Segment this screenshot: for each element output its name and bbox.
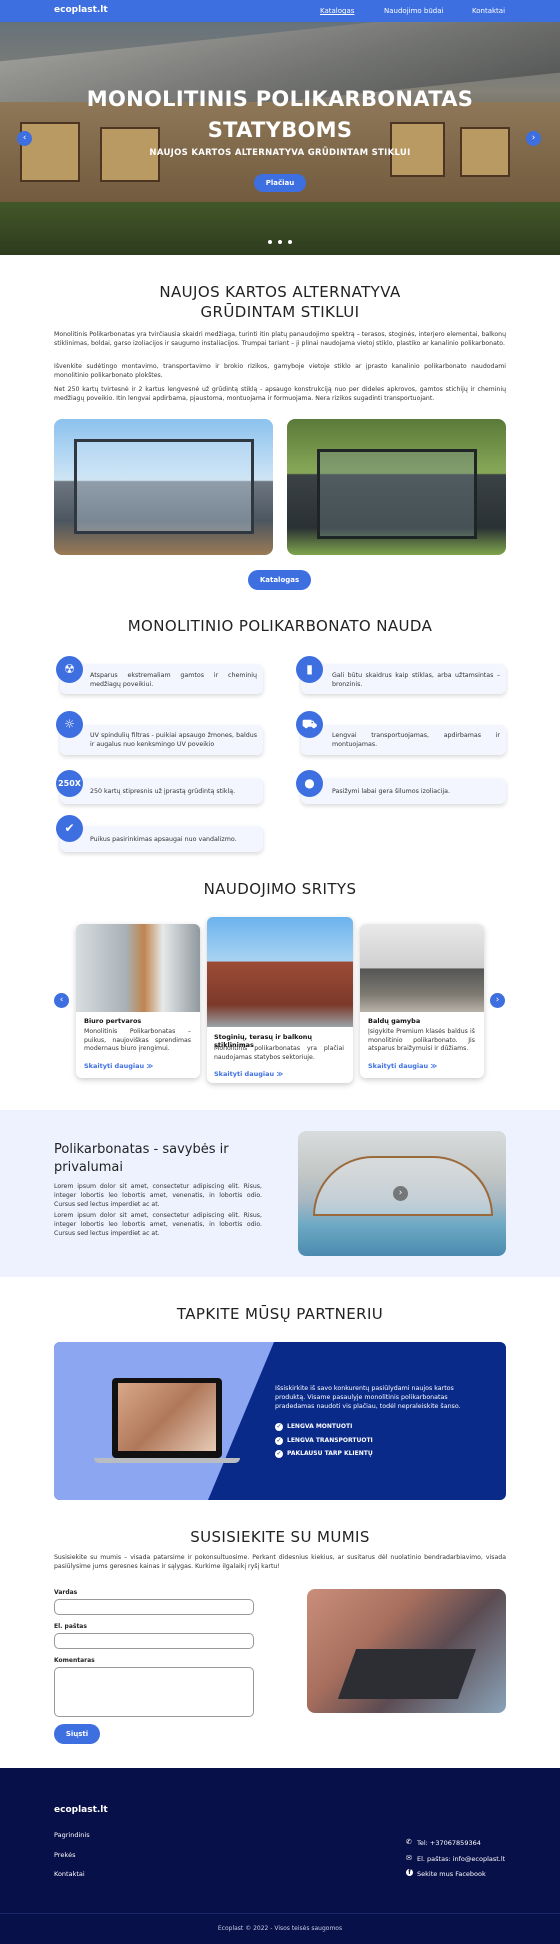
copyright: Ecoplast © 2022 - Visos teisės saugomos xyxy=(217,1925,343,1932)
benefits-title: MONOLITINIO POLIKARBONATO NAUDA xyxy=(127,617,433,635)
properties-paragraph: Lorem ipsum dolor sit amet, consectetur … xyxy=(54,1183,262,1208)
partner-point: ✓ PAKLAUSU TARP KLIENTŲ xyxy=(275,1450,373,1458)
laptop-base xyxy=(94,1458,240,1463)
usage-card[interactable] xyxy=(360,924,484,1078)
contact-title: SUSISIEKITE SU MUMIS xyxy=(190,1528,370,1546)
hero-prev-arrow-icon[interactable]: ‹ xyxy=(17,131,32,146)
usage-card[interactable] xyxy=(76,924,200,1078)
footer-divider xyxy=(0,1913,560,1914)
comment-textarea[interactable] xyxy=(54,1667,254,1717)
hero-next-arrow-icon[interactable]: › xyxy=(526,131,541,146)
benefit-text: Puikus pasirinkimas apsaugai nuo vandali… xyxy=(90,836,237,843)
phone-icon: ✆ xyxy=(406,1838,412,1846)
nav-link-naudojimo-budai[interactable]: Naudojimo būdai xyxy=(384,7,443,15)
shield-icon: ✔ xyxy=(56,815,83,842)
intro-paragraph: Monolitinis Polikarbonatas yra tvirčiaus… xyxy=(54,331,506,347)
benefit-text: 250 kartų stipresnis už įprastą grūdintą… xyxy=(90,788,236,795)
partner-title: TAPKITE MŪSŲ PARTNERIU xyxy=(176,1305,384,1323)
footer-link-prekes[interactable]: Prekės xyxy=(54,1851,75,1859)
glass-icon: ▮ xyxy=(296,656,323,683)
email-label: El. paštas xyxy=(54,1623,87,1630)
slider-dot[interactable] xyxy=(268,240,272,244)
footer-link-pagrindinis[interactable]: Pagrindinis xyxy=(54,1831,90,1839)
usage-card-text: Monolitinis Polikarbonatas – puikus, nau… xyxy=(84,1028,191,1052)
benefit-text: Gali būtu skaidrus kaip stiklas, arba už… xyxy=(332,672,500,688)
name-field[interactable] xyxy=(54,1599,254,1615)
footer-logo[interactable]: ecoplast.lt xyxy=(54,1805,108,1815)
footer-phone[interactable]: Tel: +37067859364 xyxy=(417,1839,481,1847)
email-field[interactable] xyxy=(54,1633,254,1649)
send-button[interactable]: Siųsti xyxy=(54,1724,100,1744)
usage-card-link[interactable]: Skaityti daugiau ≫ xyxy=(214,1070,283,1078)
laptop-image xyxy=(112,1378,222,1458)
nav-link-katalogas[interactable]: Katalogas xyxy=(320,7,354,15)
footer-link-kontaktai[interactable]: Kontaktai xyxy=(54,1870,85,1878)
contact-photo xyxy=(307,1589,506,1713)
usage-next-arrow-icon[interactable]: › xyxy=(490,993,505,1008)
mail-icon: ✉ xyxy=(406,1854,412,1862)
benefit-text: Lengvai transportuojamas, apdirbamas ir … xyxy=(332,732,500,748)
slider-dot[interactable] xyxy=(288,240,292,244)
hero-title: MONOLITINIS POLIKARBONATAS STATYBOMS xyxy=(86,87,474,142)
usage-card-link[interactable]: Skaityti daugiau ≫ xyxy=(368,1062,437,1070)
usage-card-link[interactable]: Skaityti daugiau ≫ xyxy=(84,1062,153,1070)
intro-paragraph: Net 250 kartų tvirtesnė ir 2 kartus leng… xyxy=(54,386,506,402)
intro-title: NAUJOS KARTOS ALTERNATYVA GRŪDINTAM STIK… xyxy=(159,283,401,321)
site-logo[interactable]: ecoplast.lt xyxy=(54,5,108,15)
usage-card-text: Įsigykite Premium klasės baldus iš monol… xyxy=(368,1028,475,1052)
glass-terrace-photo xyxy=(54,419,273,555)
usage-title: NAUDOJIMO SRITYS xyxy=(203,880,357,898)
hero-subtitle: NAUJOS KARTOS ALTERNATYVA GRŪDINTAM STIK… xyxy=(149,148,411,158)
partner-point: ✓ LENGVA TRANSPORTUOTI xyxy=(275,1437,373,1445)
drop-icon: ● xyxy=(296,770,323,797)
partner-point: ✓ LENGVA MONTUOTI xyxy=(275,1423,353,1431)
properties-title: Polikarbonatas - savybės ir privalumai xyxy=(54,1142,229,1175)
radiation-icon: ☢ xyxy=(56,656,83,683)
uv-sun-icon: ☼ xyxy=(56,711,83,738)
usage-prev-arrow-icon[interactable]: ‹ xyxy=(54,993,69,1008)
name-label: Vardas xyxy=(54,1589,78,1596)
usage-card-text: Monolitinis polikarbonatas yra plačiai n… xyxy=(214,1045,344,1061)
footer-facebook[interactable]: Sekite mus Facebook xyxy=(417,1870,486,1878)
intro-paragraph: Išvenkite sudėtingo montavimo, transport… xyxy=(54,363,506,379)
glass-pavilion-photo xyxy=(287,419,506,555)
usage-card-title: Biuro pertvaros xyxy=(84,1017,142,1025)
hero-more-button[interactable]: Plačiau xyxy=(254,174,306,192)
partner-text: Išsiskirkite iš savo konkurentų pasiūlyd… xyxy=(275,1385,461,1410)
benefit-text: UV spindulių filtras - puikiai apsaugo ž… xyxy=(90,732,257,748)
250x-icon: 250X xyxy=(56,770,83,797)
properties-paragraph: Lorem ipsum dolor sit amet, consectetur … xyxy=(54,1212,262,1237)
benefit-text: Atsparus ekstremaliam gamtos ir cheminių… xyxy=(90,672,257,688)
comment-label: Komentaras xyxy=(54,1657,95,1664)
truck-icon: ⛟ xyxy=(296,711,323,738)
check-icon: ✓ xyxy=(275,1450,283,1458)
footer-email[interactable]: El. paštas: info@ecoplast.lt xyxy=(417,1855,505,1863)
usage-card-title: Baldų gamyba xyxy=(368,1017,421,1025)
benefit-text: Pasižymi labai gera šilumos izoliacija. xyxy=(332,788,450,795)
nav-link-kontaktai[interactable]: Kontaktai xyxy=(472,7,505,15)
play-arrow-icon[interactable]: › xyxy=(393,1186,408,1201)
check-icon: ✓ xyxy=(275,1437,283,1445)
facebook-icon: f xyxy=(406,1869,413,1876)
slider-dot[interactable] xyxy=(278,240,282,244)
catalog-button[interactable]: Katalogas xyxy=(248,570,311,590)
contact-intro: Susisiekite su mumis – visada patarsime … xyxy=(54,1554,506,1570)
check-icon: ✓ xyxy=(275,1423,283,1431)
